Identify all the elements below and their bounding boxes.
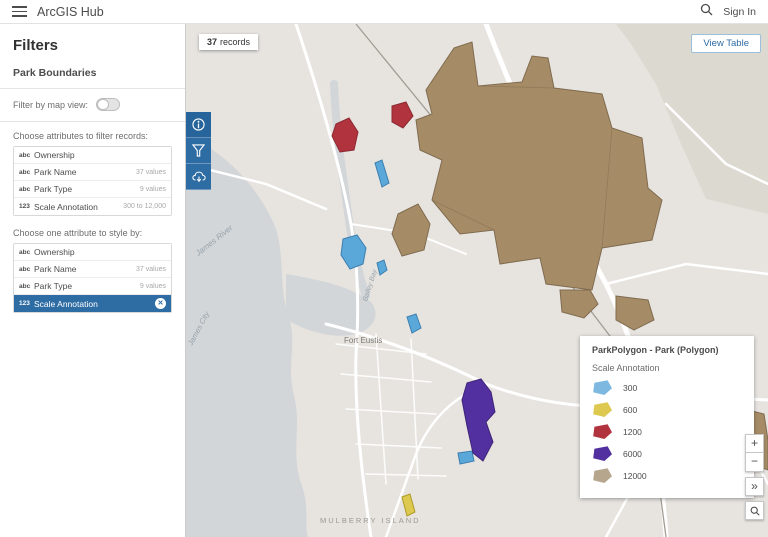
map-view-toggle[interactable]: [96, 98, 121, 111]
legend-swatch-300: [593, 380, 612, 395]
dataset-title: Park Boundaries: [13, 67, 97, 79]
view-table-button[interactable]: View Table: [691, 34, 761, 53]
info-icon: [192, 118, 205, 131]
top-bar: ArcGIS Hub Sign In: [0, 0, 768, 24]
style-section-label: Choose one attribute to style by:: [13, 228, 143, 238]
legend-panel: ParkPolygon - Park (Polygon) Scale Annot…: [580, 336, 754, 498]
filter-button[interactable]: [186, 138, 211, 164]
map-container[interactable]: James River James City Bailey Bay Fort E…: [186, 24, 768, 537]
style-attr-ownership[interactable]: abc Ownership: [14, 244, 171, 261]
legend-title: ParkPolygon - Park (Polygon): [592, 345, 719, 355]
legend-swatch-600: [593, 402, 612, 417]
map-tool-stack: [186, 112, 211, 190]
filter-funnel-icon: [192, 144, 205, 157]
legend-item: 1200: [592, 424, 742, 439]
records-count-badge: 37 records: [199, 34, 259, 50]
clear-style-attribute-icon[interactable]: ✕: [155, 298, 166, 309]
legend-swatch-1200: [593, 424, 612, 439]
style-attr-scale-annotation-selected[interactable]: 123 Scale Annotation ✕: [14, 295, 171, 312]
filter-attr-park-name[interactable]: abc Park Name 37 values: [14, 164, 171, 181]
magnifier-icon: [750, 506, 760, 516]
legend-item: 6000: [592, 446, 742, 461]
app-title: ArcGIS Hub: [37, 4, 104, 19]
legend-swatch-12000: [593, 468, 612, 483]
style-attribute-list: abc Ownership abc Park Name 37 values ab…: [13, 243, 172, 313]
menu-icon[interactable]: [12, 6, 27, 17]
map-search-button[interactable]: [745, 501, 764, 520]
legend-field-name: Scale Annotation: [592, 363, 660, 373]
filter-section-label: Choose attributes to filter records:: [13, 131, 149, 141]
legend-item: 600: [592, 402, 742, 417]
zoom-out-button[interactable]: −: [745, 453, 764, 472]
search-icon[interactable]: [700, 3, 713, 21]
map-view-toggle-label: Filter by map view:: [13, 99, 89, 110]
sign-in-link[interactable]: Sign In: [723, 6, 756, 18]
legend-item: 300: [592, 380, 742, 395]
filter-attr-scale-annotation[interactable]: 123 Scale Annotation 300 to 12,000: [14, 198, 171, 215]
map-controls: + − »: [745, 434, 764, 520]
legend-item: 12000: [592, 468, 742, 483]
filter-attr-park-type[interactable]: abc Park Type 9 values: [14, 181, 171, 198]
filters-panel: Filters Park Boundaries Filter by map vi…: [0, 24, 186, 537]
collapse-button[interactable]: »: [745, 477, 764, 496]
info-button[interactable]: [186, 112, 211, 138]
style-attr-park-name[interactable]: abc Park Name 37 values: [14, 261, 171, 278]
zoom-in-button[interactable]: +: [745, 434, 764, 453]
legend-swatch-6000: [593, 446, 612, 461]
panel-title: Filters: [13, 37, 59, 54]
cloud-download-icon: [191, 171, 206, 183]
filter-attr-ownership[interactable]: abc Ownership: [14, 147, 171, 164]
download-button[interactable]: [186, 164, 211, 190]
filter-attribute-list: abc Ownership abc Park Name 37 values ab…: [13, 146, 172, 216]
style-attr-park-type[interactable]: abc Park Type 9 values: [14, 278, 171, 295]
